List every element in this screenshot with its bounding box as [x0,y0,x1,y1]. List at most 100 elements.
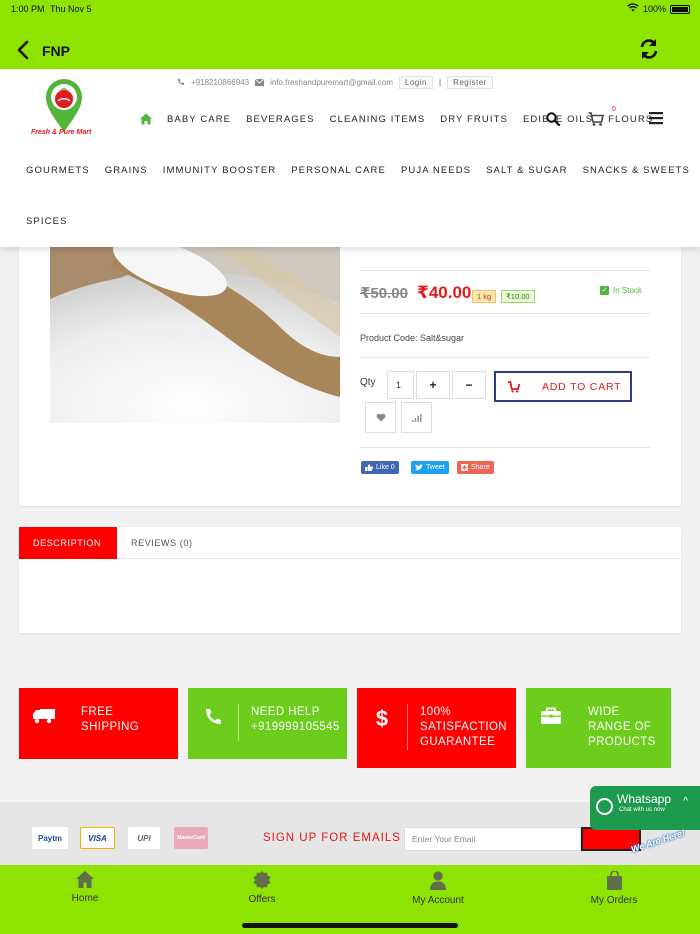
register-link[interactable]: Register [447,75,493,89]
auth-separator: | [438,77,442,87]
cart-small-icon [508,380,520,393]
nav-baby-care[interactable]: BABY CARE [167,114,231,125]
nav-dry-fruits[interactable]: DRY FRUITS [440,114,508,125]
tab-my-account[interactable]: My Account [378,871,498,906]
orders-icon [606,871,622,890]
nav-puja-needs[interactable]: PUJA NEEDS [401,165,471,176]
home-nav-icon[interactable] [139,112,153,126]
battery-percent: 100% [642,4,666,14]
share-button[interactable]: Share [457,461,494,474]
logo-text: Fresh & Pure Mart [31,129,92,136]
stock-label: In Stock [613,286,642,295]
cart-count-badge: 0 [612,106,616,113]
feature-need-help: NEED HELP +919999105545 [188,688,347,759]
nav-beverages[interactable]: BEVERAGES [246,114,315,125]
whatsapp-icon [596,798,613,815]
twitter-bird-icon [415,464,423,471]
dollar-icon: $ [376,706,388,730]
status-time: 1:00 PM [11,4,45,14]
qty-minus-button[interactable]: − [452,371,486,399]
share-label: Share [471,464,490,471]
product-card: ₹50.00 ₹40.00 1 kg ₹10.00 ✓ In Stock Pro… [19,247,681,506]
hamburger-menu-icon[interactable] [649,111,663,125]
nav-cleaning-items[interactable]: CLEANING ITEMS [330,114,426,125]
whatsapp-chat-widget[interactable]: Whatsapp Chat with us now ^ [590,786,700,830]
qty-label: Qty [360,377,376,388]
nav-personal-care[interactable]: PERSONAL CARE [291,165,386,176]
refresh-icon [640,39,658,59]
nav-row-3: SPICES [26,211,67,231]
signal-bars-icon [411,414,422,422]
tweet-label: Tweet [426,464,445,471]
nav-gourmets[interactable]: GOURMETS [26,165,90,176]
tab-bar: DESCRIPTION REVIEWS (0) [19,527,681,559]
mastercard-logo: MasterCard [174,827,208,849]
divider-actions [360,447,650,448]
nav-flours[interactable]: FLOURS [608,114,653,125]
like-label: Like 0 [376,464,395,471]
offers-icon [253,871,271,889]
status-bar: 1:00 PM Thu Nov 5 100% [0,0,700,18]
cart-icon[interactable] [588,111,604,127]
signup-label: SIGN UP FOR EMAILS [263,832,401,844]
product-image[interactable] [50,247,340,423]
add-to-cart-button[interactable]: ADD TO CART [494,371,632,402]
feature-line: PRODUCTS [588,736,656,748]
compare-button[interactable] [401,402,432,433]
feature-text: WIDE RANGE OF PRODUCTS [576,688,656,768]
feature-line: 100% [420,706,452,718]
feature-icon-wrap [19,688,69,759]
help-phone[interactable]: +919999105545 [251,720,340,735]
savings-badge: ₹10.00 [501,290,535,303]
tab-my-orders[interactable]: My Orders [554,871,674,906]
tab-home-label: Home [71,893,99,904]
feature-line: NEED HELP [251,706,320,718]
tab-offers[interactable]: Offers [202,871,322,905]
wishlist-button[interactable] [365,402,396,433]
wifi-icon [627,3,639,15]
feature-line: WIDE [588,706,620,718]
feature-wide-range: WIDE RANGE OF PRODUCTS [526,688,671,768]
nav-grains[interactable]: GRAINS [105,165,148,176]
add-to-cart-label: ADD TO CART [542,380,622,393]
nav-spices[interactable]: SPICES [26,216,67,227]
refresh-button[interactable] [638,38,662,62]
feature-text: NEED HELP +919999105545 [239,688,340,759]
search-icon[interactable] [546,112,560,126]
back-button[interactable] [16,40,36,64]
thumbs-up-icon [365,464,373,471]
contact-email[interactable]: info.freshandpuremart@gmail.com [270,78,393,87]
feature-line: SATISFACTION [420,721,508,733]
app-title: FNP [42,43,70,59]
contact-phone[interactable]: +918210866943 [191,78,249,87]
stock-status: ✓ In Stock [600,286,642,295]
login-link[interactable]: Login [398,75,433,89]
old-price: ₹50.00 [360,285,408,302]
tab-description[interactable]: DESCRIPTION [19,527,117,559]
home-indicator [242,923,458,928]
nav-salt-sugar[interactable]: SALT & SUGAR [486,165,567,176]
nav-snacks-sweets[interactable]: SNACKS & SWEETS [583,165,690,176]
tweet-button[interactable]: Tweet [411,461,449,474]
feature-line: SHIPPING [81,721,140,733]
email-field[interactable]: Enter Your Email [404,827,581,851]
whatsapp-title: Whatsapp [617,792,672,806]
svg-text:$: $ [376,706,388,730]
nav-immunity-booster[interactable]: IMMUNITY BOOSTER [163,165,277,176]
briefcase-icon [541,707,561,724]
home-icon [76,871,94,888]
tab-home[interactable]: Home [25,871,145,904]
app-bar: 1:00 PM Thu Nov 5 100% FNP [0,0,700,69]
tab-reviews[interactable]: REVIEWS (0) [117,527,207,559]
whatsapp-subtitle: Chat with us now [619,807,665,813]
feature-icon-wrap [526,688,576,768]
plus-square-icon [461,464,468,471]
feature-line: FREE [81,706,114,718]
qty-plus-button[interactable]: + [416,371,450,399]
site-header: Fresh & Pure Mart +918210866943 info.fre… [0,69,700,247]
envelope-icon [255,78,265,86]
facebook-like-button[interactable]: Like 0 [361,461,399,474]
visa-logo: VISA [80,827,115,849]
tab-my-account-label: My Account [412,895,464,906]
qty-input[interactable]: 1 [387,371,414,399]
